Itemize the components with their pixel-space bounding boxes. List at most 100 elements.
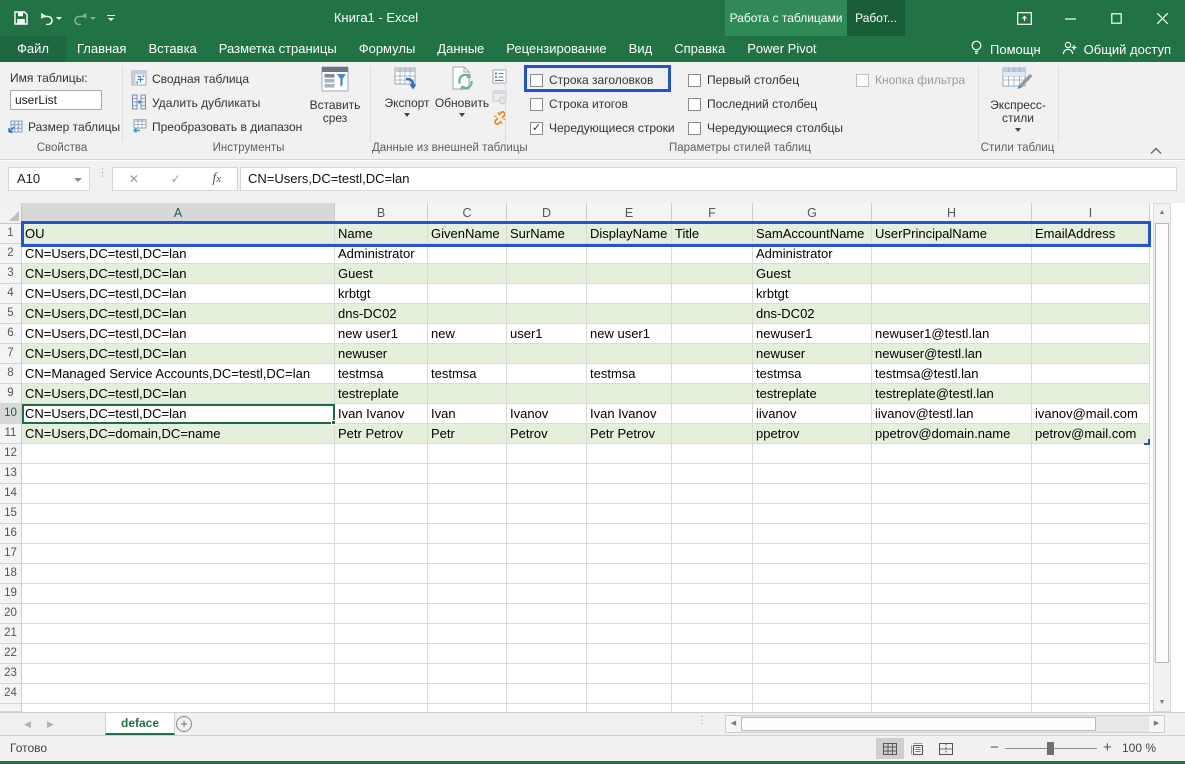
cell-B2[interactable]: Administrator bbox=[335, 244, 428, 264]
row-header-14[interactable]: 14 bbox=[0, 484, 22, 504]
cell-B23[interactable] bbox=[335, 664, 428, 684]
cell-H1[interactable]: UserPrincipalName bbox=[872, 224, 1032, 244]
cell-A9[interactable]: CN=Users,DC=testl,DC=lan bbox=[22, 384, 335, 404]
cell-I21[interactable] bbox=[1032, 624, 1150, 644]
cell-B22[interactable] bbox=[335, 644, 428, 664]
cell-D5[interactable] bbox=[507, 304, 587, 324]
cell-I25[interactable] bbox=[1032, 704, 1150, 712]
checkbox-чередующиеся-столбцы[interactable]: Чередующиеся столбцы bbox=[688, 116, 843, 140]
cell-B8[interactable]: testmsa bbox=[335, 364, 428, 384]
cell-I6[interactable] bbox=[1032, 324, 1150, 344]
cell-A21[interactable] bbox=[22, 624, 335, 644]
cell-B11[interactable]: Petr Petrov bbox=[335, 424, 428, 444]
cell-E18[interactable] bbox=[587, 564, 672, 584]
cell-D4[interactable] bbox=[507, 284, 587, 304]
column-header-I[interactable]: I bbox=[1032, 203, 1150, 224]
cell-I5[interactable] bbox=[1032, 304, 1150, 324]
row-header-23[interactable]: 23 bbox=[0, 664, 22, 684]
column-header-F[interactable]: F bbox=[672, 203, 753, 224]
cell-G4[interactable]: krbtgt bbox=[753, 284, 872, 304]
cell-C10[interactable]: Ivan bbox=[428, 404, 507, 424]
cell-F22[interactable] bbox=[672, 644, 753, 664]
cell-F18[interactable] bbox=[672, 564, 753, 584]
cell-F9[interactable] bbox=[672, 384, 753, 404]
cell-E20[interactable] bbox=[587, 604, 672, 624]
cell-G17[interactable] bbox=[753, 544, 872, 564]
cell-A14[interactable] bbox=[22, 484, 335, 504]
zoom-in-icon[interactable]: + bbox=[1103, 736, 1112, 760]
checkbox-первый-столбец[interactable]: Первый столбец bbox=[688, 68, 799, 92]
cell-G5[interactable]: dns-DC02 bbox=[753, 304, 872, 324]
help-assistant-label[interactable]: Помощн bbox=[990, 42, 1041, 57]
cell-I1[interactable]: EmailAddress bbox=[1032, 224, 1150, 244]
export-button[interactable]: Экспорт bbox=[378, 66, 436, 138]
cell-H4[interactable] bbox=[872, 284, 1032, 304]
cell-C17[interactable] bbox=[428, 544, 507, 564]
cell-B5[interactable]: dns-DC02 bbox=[335, 304, 428, 324]
zoom-slider-thumb[interactable] bbox=[1047, 742, 1054, 755]
cell-D14[interactable] bbox=[507, 484, 587, 504]
cell-E1[interactable]: DisplayName bbox=[587, 224, 672, 244]
undo-dropdown[interactable] bbox=[56, 17, 62, 20]
cell-F7[interactable] bbox=[672, 344, 753, 364]
cell-A6[interactable]: CN=Users,DC=testl,DC=lan bbox=[22, 324, 335, 344]
cell-E22[interactable] bbox=[587, 644, 672, 664]
maximize-icon[interactable] bbox=[1093, 0, 1139, 36]
cell-C5[interactable] bbox=[428, 304, 507, 324]
checkbox-последний-столбец[interactable]: Последний столбец bbox=[688, 92, 817, 116]
cell-H16[interactable] bbox=[872, 524, 1032, 544]
cell-D6[interactable]: user1 bbox=[507, 324, 587, 344]
cell-B20[interactable] bbox=[335, 604, 428, 624]
convert-to-range-button[interactable]: Преобразовать в диапазон bbox=[131, 116, 302, 138]
cell-E16[interactable] bbox=[587, 524, 672, 544]
cell-B6[interactable]: new user1 bbox=[335, 324, 428, 344]
unchecked-checkbox-icon[interactable] bbox=[688, 122, 701, 135]
cell-D13[interactable] bbox=[507, 464, 587, 484]
cell-G7[interactable]: newuser bbox=[753, 344, 872, 364]
cell-B9[interactable]: testreplate bbox=[335, 384, 428, 404]
cell-I10[interactable]: ivanov@mail.com bbox=[1032, 404, 1150, 424]
row-header-19[interactable]: 19 bbox=[0, 584, 22, 604]
ribbon-tab-рецензирование[interactable]: Рецензирование bbox=[495, 36, 617, 62]
cell-E8[interactable]: testmsa bbox=[587, 364, 672, 384]
undo-icon[interactable] bbox=[39, 12, 62, 25]
unchecked-checkbox-icon[interactable] bbox=[688, 74, 701, 87]
cell-G20[interactable] bbox=[753, 604, 872, 624]
scroll-right-icon[interactable]: ▶ bbox=[1149, 716, 1164, 732]
row-header-7[interactable]: 7 bbox=[0, 344, 22, 364]
cell-F17[interactable] bbox=[672, 544, 753, 564]
vertical-scroll-thumb[interactable] bbox=[1155, 223, 1169, 663]
row-header-9[interactable]: 9 bbox=[0, 384, 22, 404]
cell-A22[interactable] bbox=[22, 644, 335, 664]
cell-D8[interactable] bbox=[507, 364, 587, 384]
zoom-out-icon[interactable]: − bbox=[990, 736, 999, 760]
cell-A13[interactable] bbox=[22, 464, 335, 484]
cell-B14[interactable] bbox=[335, 484, 428, 504]
cell-B15[interactable] bbox=[335, 504, 428, 524]
cell-I24[interactable] bbox=[1032, 684, 1150, 704]
customize-qat-icon[interactable] bbox=[107, 15, 115, 21]
cell-I8[interactable] bbox=[1032, 364, 1150, 384]
cell-C20[interactable] bbox=[428, 604, 507, 624]
name-box[interactable]: A10 bbox=[8, 167, 90, 191]
cell-D21[interactable] bbox=[507, 624, 587, 644]
export-dropdown[interactable] bbox=[404, 113, 410, 117]
cell-C22[interactable] bbox=[428, 644, 507, 664]
cell-A24[interactable] bbox=[22, 684, 335, 704]
cell-D20[interactable] bbox=[507, 604, 587, 624]
cell-C24[interactable] bbox=[428, 684, 507, 704]
ribbon-tab-разметка-страницы[interactable]: Разметка страницы bbox=[208, 36, 348, 62]
cell-F15[interactable] bbox=[672, 504, 753, 524]
cell-A18[interactable] bbox=[22, 564, 335, 584]
cell-B24[interactable] bbox=[335, 684, 428, 704]
cell-I9[interactable] bbox=[1032, 384, 1150, 404]
cell-C1[interactable]: GivenName bbox=[428, 224, 507, 244]
cell-G13[interactable] bbox=[753, 464, 872, 484]
cell-F5[interactable] bbox=[672, 304, 753, 324]
cell-B10[interactable]: Ivan Ivanov bbox=[335, 404, 428, 424]
cell-C11[interactable]: Petr bbox=[428, 424, 507, 444]
cell-D1[interactable]: SurName bbox=[507, 224, 587, 244]
ribbon-tab-файл[interactable]: Файл bbox=[0, 36, 66, 62]
refresh-dropdown[interactable] bbox=[459, 113, 465, 117]
checkbox-строка-итогов[interactable]: Строка итогов bbox=[530, 92, 628, 116]
